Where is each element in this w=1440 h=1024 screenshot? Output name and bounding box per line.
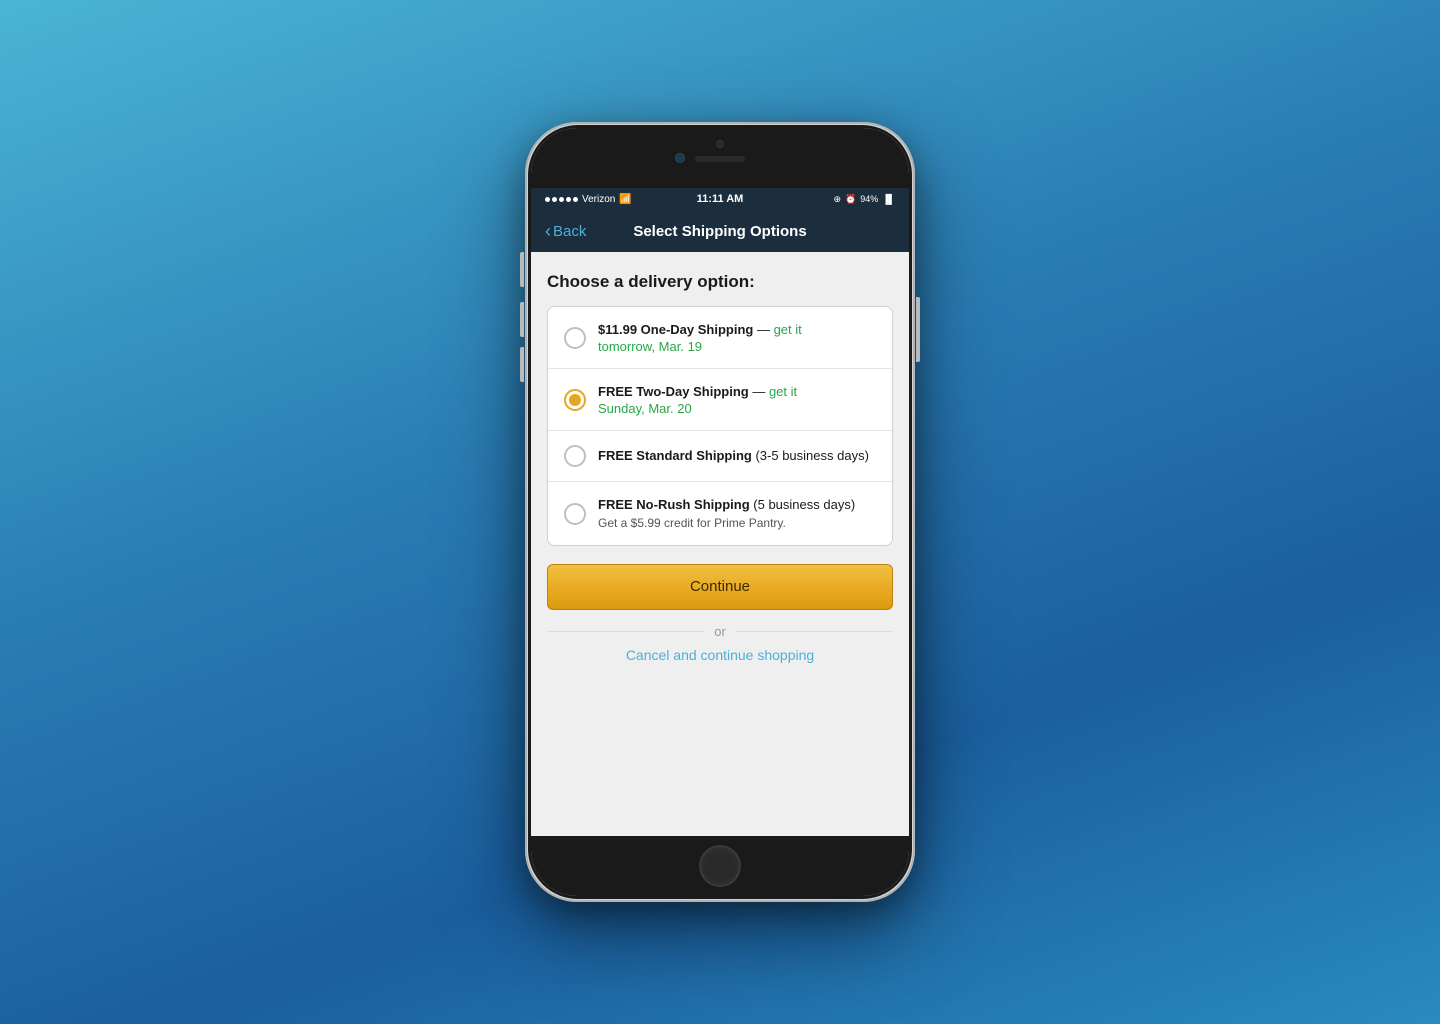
option-one-day-dash: — (757, 322, 774, 337)
cancel-link[interactable]: Cancel and continue shopping (547, 647, 893, 663)
option-two-day-date: Sunday, Mar. 20 (598, 401, 876, 416)
option-no-rush-days: (5 business days) (753, 497, 855, 512)
option-two-day-text: FREE Two-Day Shipping — get it Sunday, M… (598, 383, 876, 416)
phone-shell: Verizon 📶 11:11 AM ⊕ ⏰ 94% ▐▌ ‹ Back (525, 122, 915, 902)
option-two-day-main: FREE Two-Day Shipping — get it (598, 383, 876, 401)
phone-screen: Verizon 📶 11:11 AM ⊕ ⏰ 94% ▐▌ ‹ Back (531, 128, 909, 896)
option-standard-main: FREE Standard Shipping (3-5 business day… (598, 447, 876, 465)
phone-top-bezel (531, 128, 909, 188)
option-two-day-getit: get it (769, 384, 797, 399)
status-bar: Verizon 📶 11:11 AM ⊕ ⏰ 94% ▐▌ (531, 188, 909, 210)
status-right-icons: ⊕ ⏰ 94% ▐▌ (833, 194, 895, 205)
wifi-icon: 📶 (619, 194, 631, 205)
option-one-day-bold: $11.99 One-Day Shipping (598, 322, 753, 337)
nav-bar: ‹ Back Select Shipping Options (531, 210, 909, 252)
nav-title: Select Shipping Options (633, 223, 806, 240)
signal-dot-2 (552, 197, 557, 202)
dot-sensor (716, 140, 724, 148)
signal-strength (545, 197, 578, 202)
option-one-day-main: $11.99 One-Day Shipping — get it (598, 321, 876, 339)
signal-dot-3 (559, 197, 564, 202)
continue-button[interactable]: Continue (547, 564, 893, 610)
or-label: or (704, 624, 736, 639)
carrier-info: Verizon 📶 (545, 194, 632, 205)
option-one-day-getit: get it (774, 322, 802, 337)
option-two-day-dash: — (752, 384, 769, 399)
status-time: 11:11 AM (697, 193, 744, 205)
phone-bottom-bezel (531, 836, 909, 896)
battery-percent: 94% (860, 194, 878, 204)
back-label: Back (553, 223, 586, 240)
shipping-options-list: $11.99 One-Day Shipping — get it tomorro… (547, 306, 893, 546)
radio-no-rush[interactable] (564, 503, 586, 525)
option-standard-days: (3-5 business days) (755, 448, 868, 463)
radio-two-day[interactable] (564, 389, 586, 411)
back-chevron-icon: ‹ (545, 222, 551, 240)
option-one-day[interactable]: $11.99 One-Day Shipping — get it tomorro… (548, 307, 892, 369)
option-no-rush-text: FREE No-Rush Shipping (5 business days) … (598, 496, 876, 530)
speaker-grille (695, 156, 745, 162)
option-standard-text: FREE Standard Shipping (3-5 business day… (598, 447, 876, 465)
option-no-rush-main: FREE No-Rush Shipping (5 business days) (598, 496, 876, 514)
signal-dot-4 (566, 197, 571, 202)
option-two-day[interactable]: FREE Two-Day Shipping — get it Sunday, M… (548, 369, 892, 431)
signal-dot-1 (545, 197, 550, 202)
option-no-rush-credit: Get a $5.99 credit for Prime Pantry. (598, 515, 876, 531)
home-button[interactable] (699, 845, 741, 887)
back-button[interactable]: ‹ Back (545, 223, 586, 240)
alarm-icon: ⏰ (845, 194, 856, 205)
front-camera-icon (675, 153, 685, 163)
section-title: Choose a delivery option: (547, 272, 893, 292)
signal-dot-5 (573, 197, 578, 202)
radio-one-day[interactable] (564, 327, 586, 349)
option-no-rush[interactable]: FREE No-Rush Shipping (5 business days) … (548, 482, 892, 544)
location-icon: ⊕ (833, 194, 841, 205)
option-standard-bold: FREE Standard Shipping (598, 448, 752, 463)
phone-inner: Verizon 📶 11:11 AM ⊕ ⏰ 94% ▐▌ ‹ Back (528, 125, 912, 899)
option-two-day-bold: FREE Two-Day Shipping (598, 384, 749, 399)
battery-icon: ▐▌ (882, 194, 895, 204)
option-no-rush-bold: FREE No-Rush Shipping (598, 497, 750, 512)
option-standard[interactable]: FREE Standard Shipping (3-5 business day… (548, 431, 892, 482)
option-one-day-text: $11.99 One-Day Shipping — get it tomorro… (598, 321, 876, 354)
carrier-name: Verizon (582, 194, 615, 205)
option-one-day-date: tomorrow, Mar. 19 (598, 339, 876, 354)
radio-standard[interactable] (564, 445, 586, 467)
content-area: Choose a delivery option: $11.99 One-Day… (531, 252, 909, 836)
or-divider: or (547, 624, 893, 639)
